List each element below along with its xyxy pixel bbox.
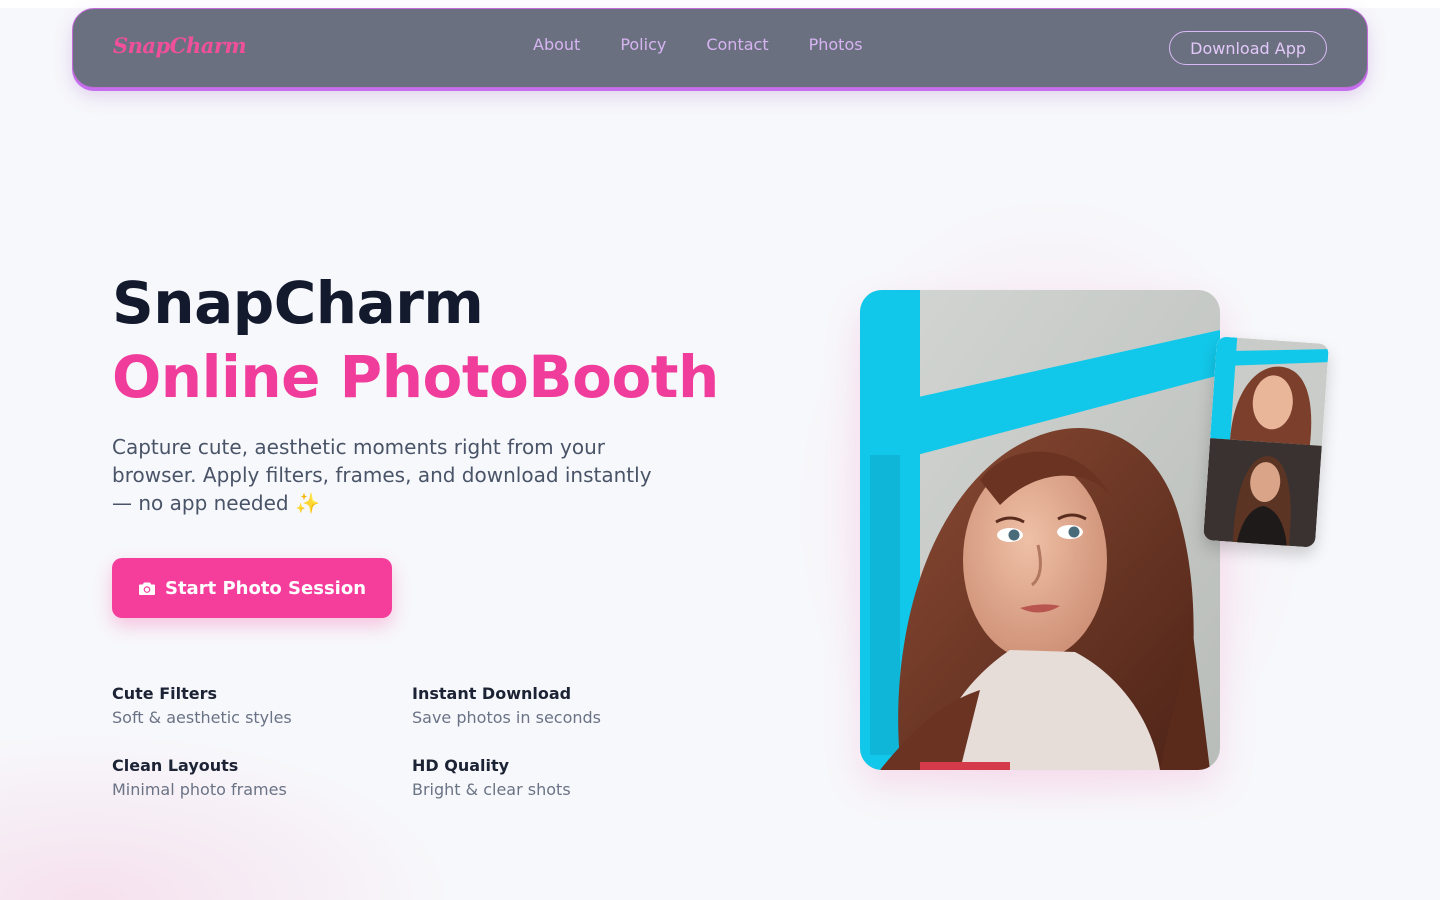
feature-hd-quality: HD Quality Bright & clear shots [412,755,692,801]
nav-links: About Policy Contact Photos [533,35,903,54]
feature-title: HD Quality [412,756,510,775]
feature-cute-filters: Cute Filters Soft & aesthetic styles [112,683,392,729]
camera-icon [138,581,156,596]
feature-subtitle: Bright & clear shots [412,780,571,799]
nav-link-contact[interactable]: Contact [706,35,768,54]
logo[interactable]: SnapCharm [113,33,247,58]
feature-title: Instant Download [412,684,572,703]
photo-strip [1203,336,1329,548]
feature-title: Cute Filters [112,684,218,703]
page: SnapCharm About Policy Contact Photos Do… [0,0,1440,900]
hero-title: SnapCharm Online PhotoBooth [112,266,719,414]
hero-description: Capture cute, aesthetic moments right fr… [112,435,652,515]
hero-title-line2: Online PhotoBooth [112,343,719,411]
feature-clean-layouts: Clean Layouts Minimal photo frames [112,755,392,801]
feature-subtitle: Soft & aesthetic styles [112,708,292,727]
feature-title: Clean Layouts [112,756,239,775]
nav-link-policy[interactable]: Policy [620,35,666,54]
nav-link-photos[interactable]: Photos [809,35,863,54]
hero-photo [860,290,1220,770]
cta-label: Start Photo Session [164,577,367,599]
top-strip [0,0,1440,8]
hero-title-line1: SnapCharm [112,269,484,337]
navbar: SnapCharm About Policy Contact Photos Do… [72,8,1368,88]
download-app-button[interactable]: Download App [1169,31,1327,65]
nav-link-about[interactable]: About [533,35,580,54]
feature-subtitle: Save photos in seconds [412,708,601,727]
feature-instant-download: Instant Download Save photos in seconds [412,683,692,729]
feature-subtitle: Minimal photo frames [112,780,287,799]
start-photo-session-button[interactable]: Start Photo Session [112,558,392,618]
